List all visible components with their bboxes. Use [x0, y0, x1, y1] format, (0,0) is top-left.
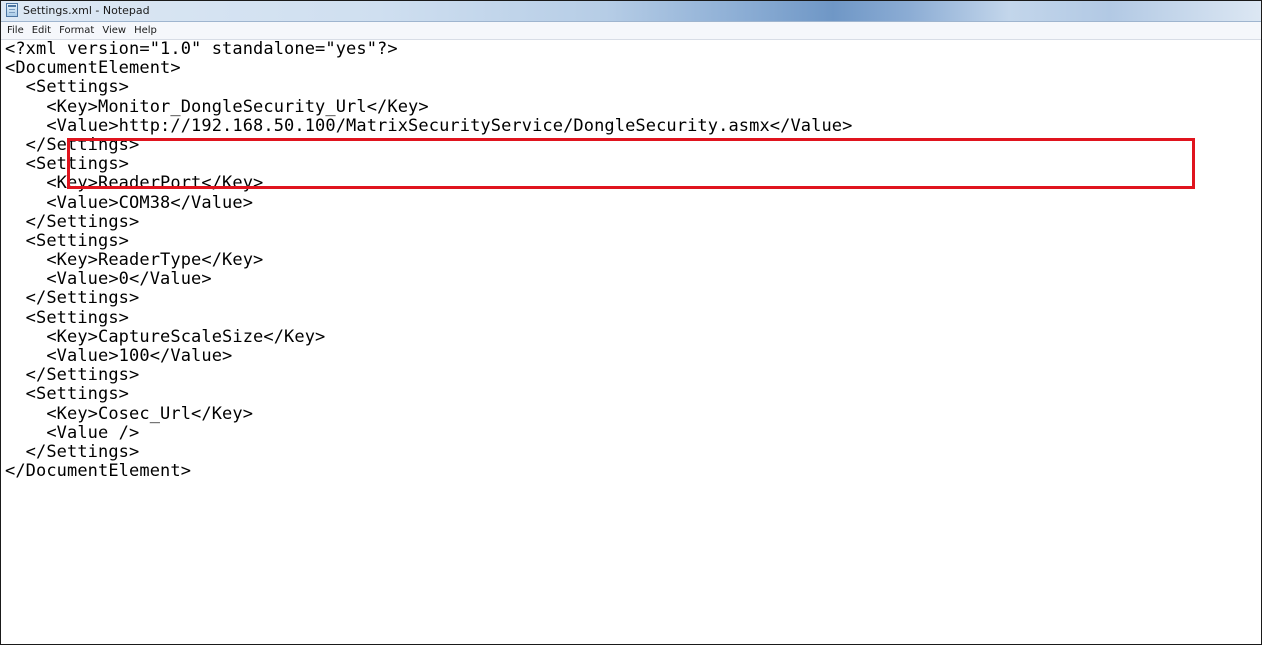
code-line: </Settings>: [5, 441, 140, 462]
code-line: <Key>ReaderType</Key>: [5, 250, 264, 271]
menu-edit[interactable]: Edit: [28, 23, 55, 39]
code-line: <Value />: [5, 422, 140, 443]
code-line: <Settings>: [5, 384, 130, 405]
menu-format[interactable]: Format: [55, 23, 98, 39]
menu-help[interactable]: Help: [130, 23, 161, 39]
notepad-icon[interactable]: [6, 3, 18, 17]
code-line: <Settings>: [5, 230, 130, 251]
code-line: <Value>COM38</Value>: [5, 192, 254, 213]
menu-view[interactable]: View: [98, 23, 130, 39]
code-line: <Settings>: [5, 154, 130, 175]
menu-bar: File Edit Format View Help: [1, 22, 1261, 40]
code-line: </Settings>: [5, 288, 140, 309]
document-text[interactable]: <?xml version="1.0" standalone="yes"?> <D…: [1, 39, 1261, 482]
code-line: </DocumentElement>: [5, 461, 192, 482]
code-line: <Key>CaptureScaleSize</Key>: [5, 326, 326, 347]
text-editor-area[interactable]: <?xml version="1.0" standalone="yes"?> <D…: [1, 39, 1261, 644]
code-line: <Settings>: [5, 307, 130, 328]
menu-file[interactable]: File: [3, 23, 28, 39]
code-line: </Settings>: [5, 365, 140, 386]
code-line: </Settings>: [5, 134, 140, 155]
window-title: Settings.xml - Notepad: [23, 4, 150, 17]
code-line: <Value>http://192.168.50.100/MatrixSecur…: [5, 115, 853, 136]
code-line: </Settings>: [5, 211, 140, 232]
code-line: <Value>100</Value>: [5, 346, 233, 366]
code-line: <?xml version="1.0" standalone="yes"?>: [5, 39, 398, 59]
code-line: <Settings>: [5, 77, 130, 98]
code-line: <Key>Monitor_DongleSecurity_Url</Key>: [5, 96, 429, 117]
code-line: <Value>0</Value>: [5, 269, 212, 290]
notepad-window: Settings.xml - Notepad File Edit Format …: [0, 0, 1262, 645]
code-line: <DocumentElement>: [5, 58, 181, 79]
code-line: <Key>Cosec_Url</Key>: [5, 403, 254, 424]
title-bar[interactable]: Settings.xml - Notepad: [1, 1, 1261, 22]
code-line: <Key>ReaderPort</Key>: [5, 173, 264, 194]
